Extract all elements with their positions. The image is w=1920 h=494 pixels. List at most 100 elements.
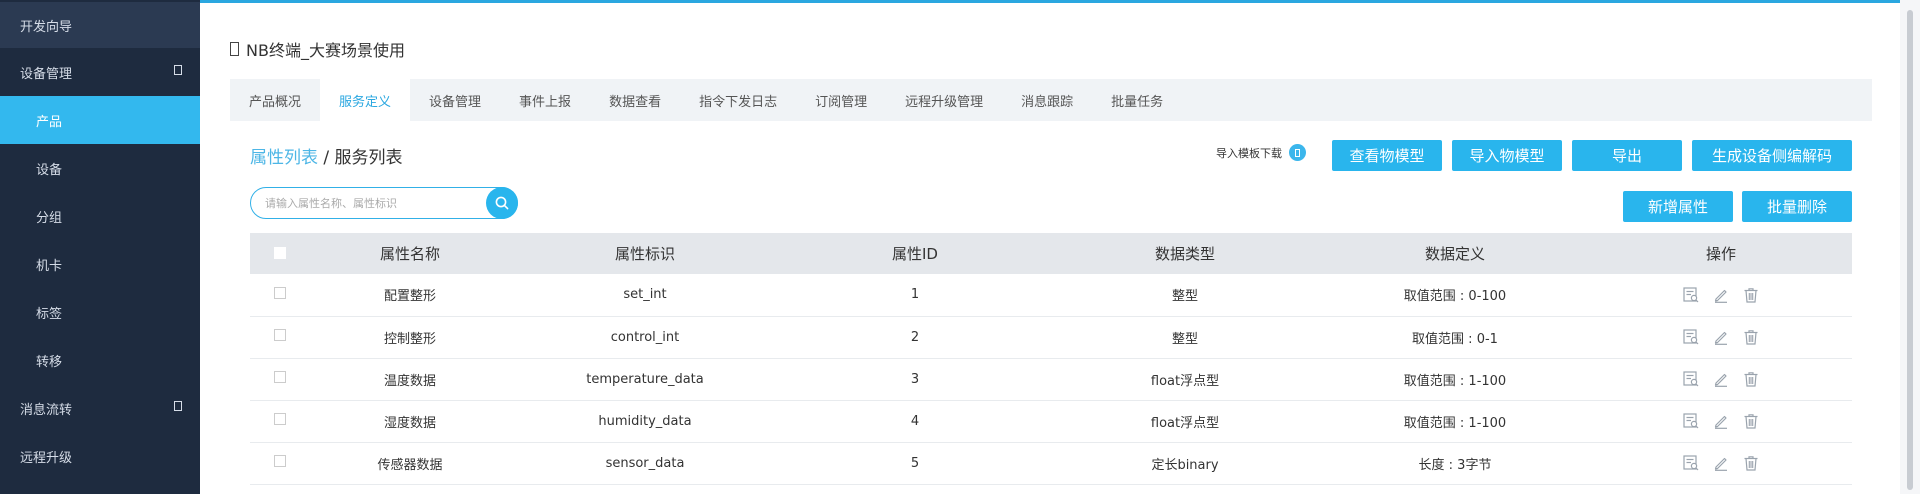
breadcrumb-attribute-list[interactable]: 属性列表 [250,148,318,168]
view-details-icon[interactable] [1682,328,1700,346]
search-button[interactable] [486,187,518,219]
cell-actions [1590,442,1852,484]
sidebar-item-label: 设备 [36,162,63,178]
sidebar-item-dev-guide[interactable]: 开发向导 [0,2,200,48]
row-select[interactable] [250,274,310,316]
sidebar-item-label: 开发向导 [20,19,73,35]
cell-identifier: sensor_data [605,455,685,471]
page-header: NB终端_大赛场景使用 [230,37,405,61]
delete-icon[interactable] [1742,328,1760,346]
view-details-icon[interactable] [1682,412,1700,430]
cell-data-definition: 取值范围 : 1-100 [1403,373,1507,389]
row-select[interactable] [250,400,310,442]
sidebar-item-label: 远程升级 [20,450,73,466]
table-row: 湿度数据 humidity_data 4 float浮点型 取值范围 : 1-100 [250,400,1852,442]
row-checkbox[interactable] [274,371,286,383]
sidebar-item-label: 标签 [36,306,63,322]
tab-service-definition[interactable]: 服务定义 [320,79,411,121]
table-row: 控制整形 control_int 2 整型 取值范围 : 0-1 [250,316,1852,358]
cell-identifier: control_int [610,329,680,345]
search-input[interactable] [251,196,481,210]
edit-icon[interactable] [1712,370,1730,388]
tab-batch-task[interactable]: 批量任务 [1092,79,1182,121]
sidebar-item-remote-upgrade[interactable]: 远程升级 [0,432,200,480]
tab-bar: 产品概况 服务定义 设备管理 事件上报 数据查看 指令下发日志 订阅管理 远程升… [230,79,1872,121]
batch-delete-button[interactable]: 批量删除 [1742,191,1852,222]
edit-icon[interactable] [1712,286,1730,304]
search-icon [495,196,509,210]
view-details-icon[interactable] [1682,454,1700,472]
row-select[interactable] [250,316,310,358]
import-model-button[interactable]: 导入物模型 [1452,140,1562,171]
select-all-checkbox[interactable] [274,246,286,259]
cell-name: 传感器数据 [377,457,443,473]
sidebar-item-label: 机卡 [36,258,63,274]
table-header-row: 属性名称 属性标识 属性ID 数据类型 数据定义 操作 [250,233,1852,274]
tab-device-management[interactable]: 设备管理 [410,79,500,121]
cell-id: 3 [910,371,920,387]
cell-data-type: 整型 [1171,289,1198,305]
sidebar-item-product[interactable]: 产品 [0,96,200,144]
row-select[interactable] [250,442,310,484]
delete-icon[interactable] [1742,370,1760,388]
sidebar-item-sim-card[interactable]: 机卡 [0,240,200,288]
export-button[interactable]: 导出 [1572,140,1682,171]
sidebar-item-label: 转移 [36,354,63,370]
cell-data-type: float浮点型 [1150,373,1220,389]
cell-data-definition: 取值范围 : 0-1 [1412,331,1498,347]
row-select[interactable] [250,358,310,400]
tab-event-report[interactable]: 事件上报 [500,79,590,121]
sidebar-item-device[interactable]: 设备 [0,144,200,192]
view-details-icon[interactable] [1682,370,1700,388]
sidebar-item-group[interactable]: 分组 [0,192,200,240]
delete-icon[interactable] [1742,412,1760,430]
header-select-all[interactable] [250,233,310,274]
cell-data-type: 定长binary [1151,457,1219,473]
cell-actions [1590,358,1852,400]
sidebar-item-device-management[interactable]: 设备管理 [0,48,200,96]
tab-remote-upgrade[interactable]: 远程升级管理 [886,79,1002,121]
edit-icon[interactable] [1712,328,1730,346]
page-title: NB终端_大赛场景使用 [246,41,405,60]
sidebar-item-transfer[interactable]: 转移 [0,336,200,384]
tab-subscription[interactable]: 订阅管理 [796,79,886,121]
edit-icon[interactable] [1712,412,1730,430]
tab-product-overview[interactable]: 产品概况 [230,79,320,121]
content-panel: 属性列表 / 服务列表 导入模板下载 查看物模型 导入物模型 导出 生成设备侧编… [230,121,1872,494]
download-icon[interactable] [1289,144,1306,161]
cell-name: 控制整形 [383,331,436,347]
delete-icon[interactable] [1742,454,1760,472]
sidebar-item-label: 分组 [36,210,63,226]
cell-data-type: float浮点型 [1150,415,1220,431]
cell-actions [1590,274,1852,316]
tab-data-view[interactable]: 数据查看 [590,79,680,121]
row-checkbox[interactable] [274,286,286,299]
column-header-id: 属性ID [892,245,938,263]
page-scrollbar[interactable] [1900,0,1920,494]
search-box [250,187,518,219]
breadcrumb-service-list: 服务列表 [334,148,403,168]
cell-id: 2 [910,329,920,345]
column-header-data-type: 数据类型 [1154,245,1215,263]
view-details-icon[interactable] [1682,286,1700,304]
import-template-label[interactable]: 导入模板下载 [1216,145,1282,161]
row-checkbox[interactable] [274,455,286,467]
row-checkbox[interactable] [274,413,286,425]
view-model-button[interactable]: 查看物模型 [1332,140,1442,171]
scrollbar-thumb[interactable] [1907,10,1913,490]
sidebar-item-message-flow[interactable]: 消息流转 [0,384,200,432]
breadcrumb-separator: / [318,148,335,168]
table-row: 配置整形 set_int 1 整型 取值范围 : 0-100 [250,274,1852,316]
delete-icon[interactable] [1742,286,1760,304]
add-attribute-button[interactable]: 新增属性 [1623,191,1733,222]
sidebar-item-label: 产品 [36,114,63,130]
import-template-download[interactable]: 导入模板下载 [1216,144,1306,161]
table-row: 传感器数据 sensor_data 5 定长binary 长度 : 3字节 [250,442,1852,484]
sidebar-item-tag[interactable]: 标签 [0,288,200,336]
tab-command-log[interactable]: 指令下发日志 [680,79,796,121]
tab-message-trace[interactable]: 消息跟踪 [1002,79,1092,121]
row-checkbox[interactable] [274,329,286,341]
edit-icon[interactable] [1712,454,1730,472]
cell-data-definition: 长度 : 3字节 [1418,457,1492,473]
generate-codec-button[interactable]: 生成设备侧编解码 [1692,140,1852,171]
